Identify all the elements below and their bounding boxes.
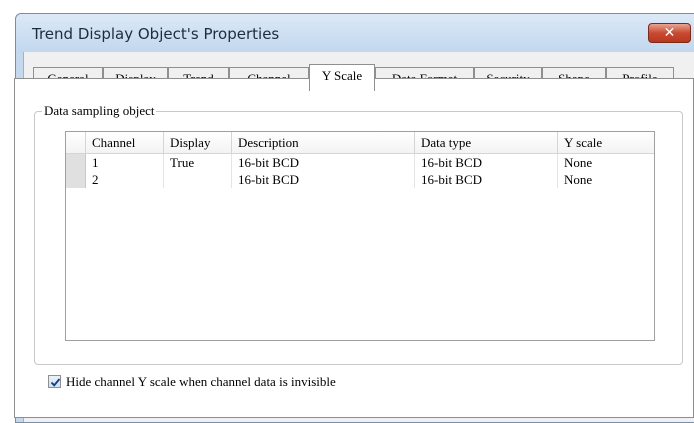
cell-y-scale[interactable]: None xyxy=(558,154,654,171)
hide-y-scale-label[interactable]: Hide channel Y scale when channel data i… xyxy=(66,374,336,390)
channel-grid: Channel Display Description Data type Y … xyxy=(65,131,655,341)
cell-channel[interactable]: 1 xyxy=(86,154,164,171)
column-header-data-type[interactable]: Data type xyxy=(415,132,558,154)
cell-description[interactable]: 16-bit BCD xyxy=(232,171,415,188)
title-bar[interactable]: Trend Display Object's Properties ✕ xyxy=(16,14,694,52)
column-header-description[interactable]: Description xyxy=(232,132,415,154)
cell-description[interactable]: 16-bit BCD xyxy=(232,154,415,171)
grid-corner-header xyxy=(66,132,86,154)
checkmark-icon xyxy=(50,378,61,387)
row-selector[interactable] xyxy=(66,154,86,171)
hide-y-scale-checkbox[interactable] xyxy=(48,375,61,388)
column-header-display[interactable]: Display xyxy=(164,132,232,154)
cell-display[interactable] xyxy=(164,171,232,188)
tab-y-scale[interactable]: Y Scale xyxy=(309,64,375,91)
column-header-y-scale[interactable]: Y scale xyxy=(558,132,654,154)
close-icon: ✕ xyxy=(663,25,676,41)
dialog-title: Trend Display Object's Properties xyxy=(32,25,280,43)
cell-data-type[interactable]: 16-bit BCD xyxy=(415,154,558,171)
close-button[interactable]: ✕ xyxy=(648,23,691,43)
cell-data-type[interactable]: 16-bit BCD xyxy=(415,171,558,188)
row-selector[interactable] xyxy=(66,171,86,188)
cell-y-scale[interactable]: None xyxy=(558,171,654,188)
column-header-channel[interactable]: Channel xyxy=(86,132,164,154)
cell-channel[interactable]: 2 xyxy=(86,171,164,188)
cell-display[interactable]: True xyxy=(164,154,232,171)
group-label: Data sampling object xyxy=(42,103,157,119)
